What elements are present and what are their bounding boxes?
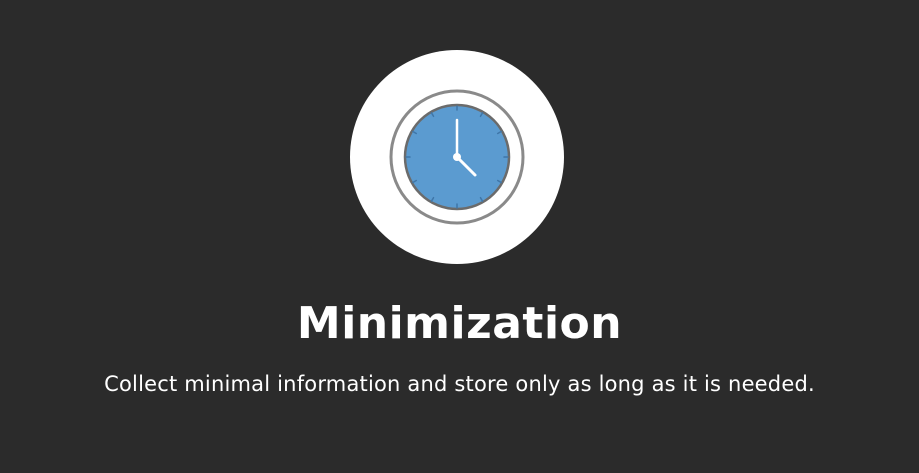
clock-center-pin: [453, 153, 461, 161]
icon-badge: [350, 50, 564, 264]
slide-subtitle: Collect minimal information and store on…: [104, 372, 815, 396]
slide: Minimization Collect minimal information…: [0, 0, 919, 473]
clock-icon: [389, 89, 525, 225]
slide-title: Minimization: [296, 298, 623, 349]
